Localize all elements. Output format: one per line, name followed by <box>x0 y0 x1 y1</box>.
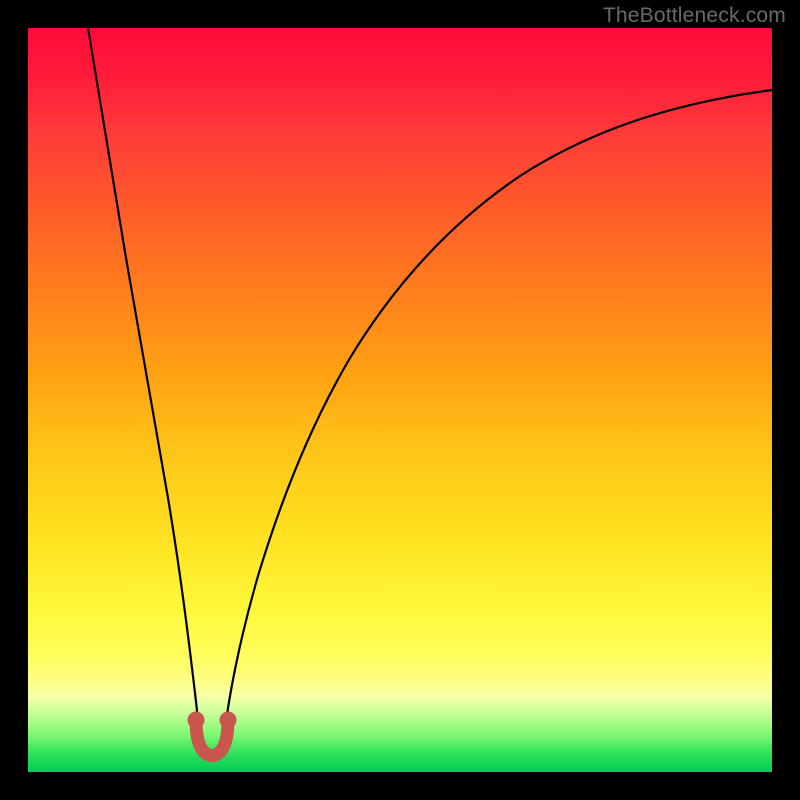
outer-frame: TheBottleneck.com <box>0 0 800 800</box>
trough-left-dot <box>188 712 205 729</box>
plot-area <box>28 28 772 772</box>
curve-right-branch <box>226 90 772 722</box>
watermark-text: TheBottleneck.com <box>603 4 786 28</box>
curve-left-branch <box>88 28 198 722</box>
trough-right-dot <box>220 712 237 729</box>
curve-layer <box>28 28 772 772</box>
